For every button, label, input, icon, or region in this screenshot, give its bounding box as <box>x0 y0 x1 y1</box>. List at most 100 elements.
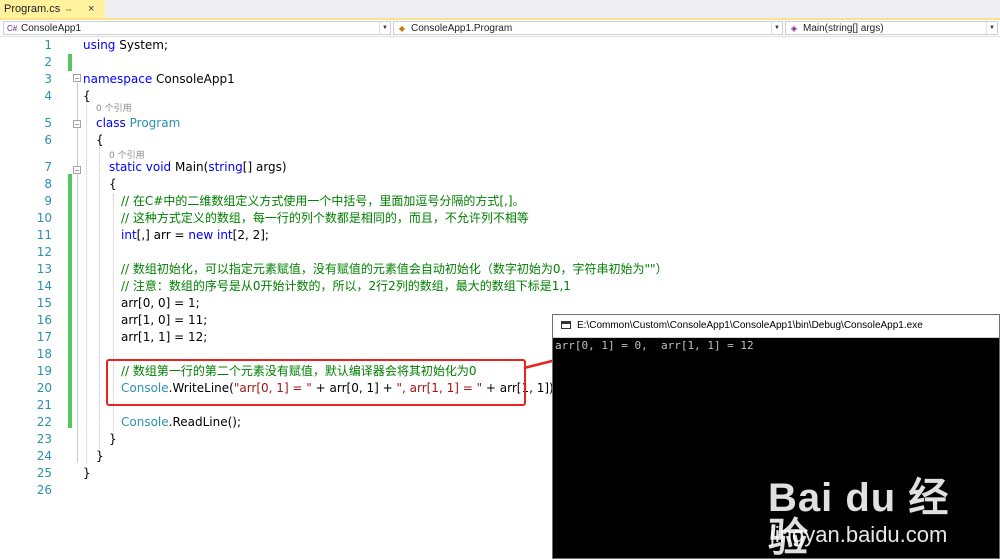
close-icon[interactable]: × <box>88 0 94 18</box>
class-dropdown[interactable]: ◆ ConsoleApp1.Program ▼ <box>393 21 783 35</box>
code-line[interactable]: 10 // 这种方式定义的数组，每一行的列个数都是相同的，而且，不允许列不相等 <box>0 210 1000 227</box>
watermark-url: jingyan.baidu.com <box>770 522 948 547</box>
code-text: arr[1, 0] = 11; <box>121 312 207 329</box>
line-number: 22 <box>36 415 52 429</box>
code-text: int[,] arr = new int[2, 2]; <box>121 227 269 244</box>
code-token: int <box>121 228 137 242</box>
member-dropdown-label: Main(string[] args) <box>803 23 884 34</box>
code-text: Console.ReadLine(); <box>121 414 241 431</box>
code-line[interactable]: 9 // 在C#中的二维数组定义方式使用一个中括号，里面加逗号分隔的方式[,]。 <box>0 193 1000 210</box>
class-dropdown-label: ConsoleApp1.Program <box>411 23 513 34</box>
code-line[interactable]: 1 using System; <box>0 37 1000 54</box>
method-icon: ◈ <box>790 24 798 33</box>
line-number: 15 <box>36 296 52 310</box>
pin-icon[interactable]: ⇔ <box>64 0 73 18</box>
line-number: 13 <box>36 262 52 276</box>
code-line[interactable]: 15 arr[0, 0] = 1; <box>0 295 1000 312</box>
code-token: .ReadLine(); <box>168 415 242 429</box>
code-token: [] args) <box>242 160 287 174</box>
line-number: 3 <box>44 72 52 86</box>
line-number: 4 <box>44 89 52 103</box>
code-text: } <box>96 448 104 465</box>
code-line[interactable]: 8{ <box>0 176 1000 193</box>
code-line[interactable]: 12 <box>0 244 1000 261</box>
code-text: namespace ConsoleApp1 <box>83 71 235 88</box>
line-number: 24 <box>36 449 52 463</box>
code-line[interactable]: 14 // 注意：数组的序号是从0开始计数的，所以，2行2列的数组，最大的数组下标… <box>0 278 1000 295</box>
line-number: 5 <box>44 116 52 130</box>
code-token: void <box>145 160 172 174</box>
code-token: [,] arr = <box>136 228 189 242</box>
codelens-references[interactable]: 0 个引用 <box>109 149 145 163</box>
line-number: 17 <box>36 330 52 344</box>
code-token: arr[1, 1] = 12; <box>121 330 208 344</box>
line-number: 11 <box>36 228 52 242</box>
line-number: 23 <box>36 432 52 446</box>
code-token: using <box>83 38 116 52</box>
collapse-class-toggle[interactable]: − <box>73 120 81 129</box>
line-number: 20 <box>36 381 52 395</box>
navigation-bar: C# ConsoleApp1 ▼ ◆ ConsoleApp1.Program ▼… <box>0 20 1000 37</box>
document-tab-strip: Program.cs ⇔ × <box>0 0 1000 20</box>
code-line[interactable]: 5 class Program <box>0 115 1000 132</box>
code-line[interactable]: 6{ <box>0 132 1000 149</box>
code-line[interactable]: 7 static void Main(string[] args) <box>0 159 1000 176</box>
code-token: Program <box>129 116 181 130</box>
code-text: // 注意：数组的序号是从0开始计数的，所以，2行2列的数组，最大的数组下标是1… <box>121 278 571 295</box>
code-line[interactable]: 2 <box>0 54 1000 71</box>
line-number: 6 <box>44 133 52 147</box>
line-number: 12 <box>36 245 52 259</box>
line-number: 9 <box>44 194 52 208</box>
code-line[interactable]: 11 int[,] arr = new int[2, 2]; <box>0 227 1000 244</box>
class-icon: ◆ <box>398 24 406 33</box>
code-token: Console <box>121 415 169 429</box>
code-line[interactable]: 4{ <box>0 88 1000 105</box>
line-number: 25 <box>36 466 52 480</box>
code-token: arr[0, 0] = 1; <box>121 296 200 310</box>
chevron-down-icon: ▼ <box>986 22 997 34</box>
code-token: // 在C#中的二维数组定义方式使用一个中括号，里面加逗号分隔的方式[,]。 <box>121 194 525 208</box>
line-number: 21 <box>36 398 52 412</box>
collapse-namespace-toggle[interactable]: − <box>73 74 81 83</box>
code-token: } <box>83 466 91 480</box>
code-text: using System; <box>83 37 168 54</box>
project-dropdown[interactable]: C# ConsoleApp1 ▼ <box>3 21 391 35</box>
baidu-jingyan-watermark: Bai du 经验 jingyan.baidu.com <box>768 478 978 558</box>
code-token: { <box>83 89 91 103</box>
code-text: // 数组初始化，可以指定元素赋值，没有赋值的元素值会自动初始化（数字初始为0，… <box>121 261 668 278</box>
member-dropdown[interactable]: ◈ Main(string[] args) ▼ <box>785 21 998 35</box>
code-token: // 注意：数组的序号是从0开始计数的，所以，2行2列的数组，最大的数组下标是1… <box>121 279 571 293</box>
line-number: 16 <box>36 313 52 327</box>
console-title: E:\Common\Custom\ConsoleApp1\ConsoleApp1… <box>577 320 923 331</box>
line-number: 19 <box>36 364 52 378</box>
project-dropdown-label: ConsoleApp1 <box>21 23 82 34</box>
code-line[interactable]: 13 // 数组初始化，可以指定元素赋值，没有赋值的元素值会自动初始化（数字初始为… <box>0 261 1000 278</box>
codelens-references[interactable]: 0 个引用 <box>96 102 132 116</box>
code-token: [2, 2]; <box>232 228 269 242</box>
code-text: arr[0, 0] = 1; <box>121 295 200 312</box>
code-token: arr[1, 0] = 11; <box>121 313 208 327</box>
code-line[interactable]: 3 namespace ConsoleApp1 <box>0 71 1000 88</box>
code-text: } <box>83 465 91 482</box>
code-token: // 这种方式定义的数组，每一行的列个数都是相同的，而且，不允许列不相等 <box>121 211 529 225</box>
code-text: // 这种方式定义的数组，每一行的列个数都是相同的，而且，不允许列不相等 <box>121 210 529 227</box>
code-token: System; <box>115 38 169 52</box>
chevron-down-icon: ▼ <box>771 22 782 34</box>
code-token: int <box>216 228 233 242</box>
line-number: 10 <box>36 211 52 225</box>
code-token: } <box>109 432 117 446</box>
tab-program-cs[interactable]: Program.cs ⇔ × <box>0 0 105 18</box>
code-token: } <box>96 449 104 463</box>
code-text: // 在C#中的二维数组定义方式使用一个中括号，里面加逗号分隔的方式[,]。 <box>121 193 525 210</box>
collapse-method-toggle[interactable]: − <box>73 166 81 175</box>
code-token: namespace <box>83 72 153 86</box>
line-number: 26 <box>36 483 52 497</box>
tab-label: Program.cs <box>4 3 61 15</box>
code-text: { <box>96 132 104 149</box>
code-token: new <box>188 228 214 242</box>
code-text: { <box>83 88 91 105</box>
line-number: 7 <box>44 160 52 174</box>
code-text: } <box>109 431 117 448</box>
console-title-bar[interactable]: E:\Common\Custom\ConsoleApp1\ConsoleApp1… <box>553 315 999 338</box>
code-token: { <box>109 177 117 191</box>
